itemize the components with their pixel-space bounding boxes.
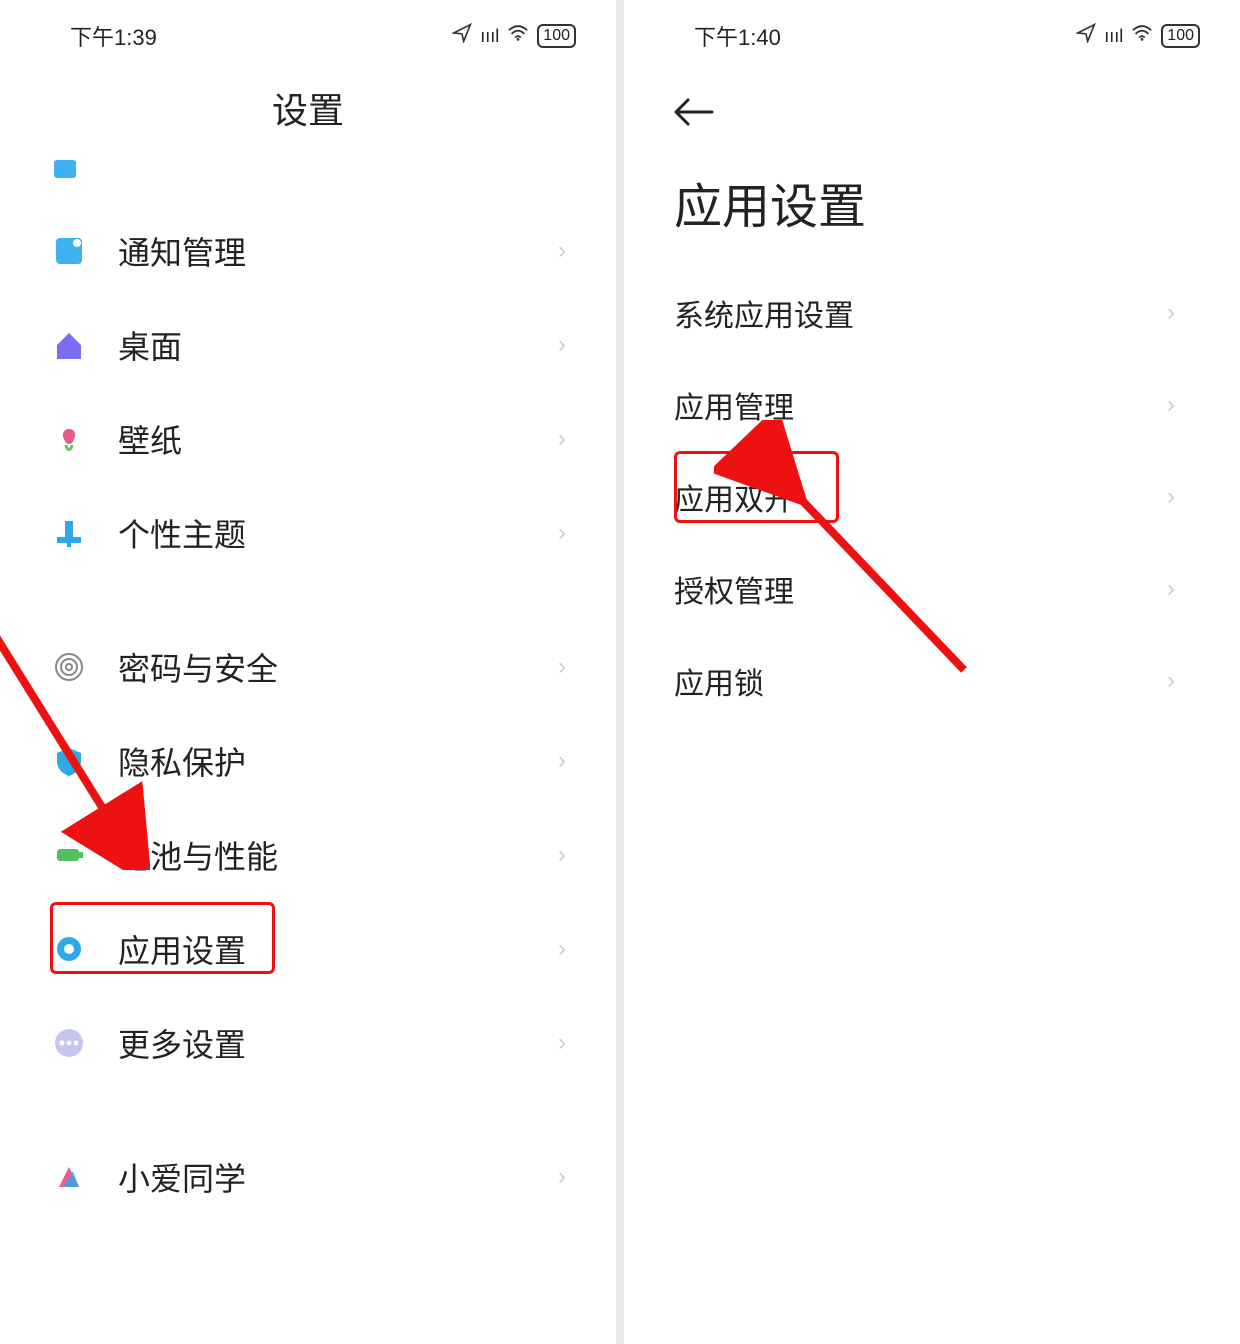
item-permmgr[interactable]: 授权管理 › bbox=[649, 543, 1215, 635]
item-label: 授权管理 bbox=[674, 567, 1167, 611]
page-title: 应用设置 bbox=[624, 147, 1240, 267]
more-icon bbox=[50, 1024, 88, 1062]
chevron-icon: › bbox=[558, 331, 566, 359]
chevron-icon: › bbox=[1167, 483, 1175, 511]
chevron-icon: › bbox=[558, 653, 566, 681]
notify-icon bbox=[50, 232, 88, 270]
item-xiaoai[interactable]: 小爱同学 › bbox=[25, 1130, 591, 1224]
peek-item[interactable] bbox=[0, 144, 616, 184]
item-label: 更多设置 bbox=[118, 1020, 558, 1066]
item-label: 应用设置 bbox=[118, 926, 558, 972]
item-appmgr[interactable]: 应用管理 › bbox=[649, 359, 1215, 451]
item-privacy[interactable]: 隐私保护 › bbox=[25, 714, 591, 808]
settings-screen: 下午1:39 ıııl 100 设置 通知管理 › bbox=[0, 0, 616, 1344]
fingerprint-icon bbox=[50, 648, 88, 686]
item-label: 壁纸 bbox=[118, 416, 558, 462]
chevron-icon: › bbox=[558, 935, 566, 963]
item-label: 电池与性能 bbox=[118, 832, 558, 878]
item-dualapps[interactable]: 应用双开 › bbox=[649, 451, 1215, 543]
chevron-icon: › bbox=[558, 747, 566, 775]
item-home[interactable]: 桌面 › bbox=[25, 298, 591, 392]
battery-icon bbox=[50, 836, 88, 874]
chevron-icon: › bbox=[558, 237, 566, 265]
statusbar-right: 下午1:40 ıııl 100 bbox=[624, 0, 1240, 62]
status-time: 下午1:40 bbox=[694, 20, 781, 52]
theme-icon bbox=[50, 514, 88, 552]
shield-icon bbox=[50, 742, 88, 780]
signal-icon: ıııl bbox=[480, 26, 499, 47]
settings-list: 通知管理 › 桌面 › 壁纸 › 个性主题 › bbox=[0, 204, 616, 1224]
section-gap bbox=[25, 1090, 591, 1130]
item-label: 隐私保护 bbox=[118, 738, 558, 784]
signal-icon: ıııl bbox=[1104, 26, 1123, 47]
item-label: 系统应用设置 bbox=[674, 291, 1167, 335]
app-settings-screen: 下午1:40 ıııl 100 应用设置 系统应用设置 › 应用管理 › 应用双… bbox=[624, 0, 1240, 1344]
xiaoai-icon bbox=[50, 1158, 88, 1196]
item-security[interactable]: 密码与安全 › bbox=[25, 620, 591, 714]
status-time: 下午1:39 bbox=[70, 20, 157, 52]
item-label: 密码与安全 bbox=[118, 644, 558, 690]
item-label: 应用锁 bbox=[674, 659, 1167, 703]
status-icons: ıııl 100 bbox=[452, 23, 576, 49]
item-label: 桌面 bbox=[118, 322, 558, 368]
chevron-icon: › bbox=[558, 425, 566, 453]
chevron-icon: › bbox=[558, 1163, 566, 1191]
item-notify[interactable]: 通知管理 › bbox=[25, 204, 591, 298]
chevron-icon: › bbox=[558, 841, 566, 869]
location-icon bbox=[452, 23, 472, 49]
battery-icon: 100 bbox=[1161, 24, 1200, 48]
item-sysapps[interactable]: 系统应用设置 › bbox=[649, 267, 1215, 359]
battery-icon: 100 bbox=[537, 24, 576, 48]
peek-icon bbox=[50, 150, 80, 184]
chevron-icon: › bbox=[558, 519, 566, 547]
item-label: 应用双开 bbox=[674, 475, 1167, 519]
chevron-icon: › bbox=[1167, 299, 1175, 327]
chevron-icon: › bbox=[1167, 667, 1175, 695]
chevron-icon: › bbox=[558, 1029, 566, 1057]
item-label: 个性主题 bbox=[118, 510, 558, 556]
wallpaper-icon bbox=[50, 420, 88, 458]
item-more[interactable]: 更多设置 › bbox=[25, 996, 591, 1090]
chevron-icon: › bbox=[1167, 575, 1175, 603]
status-icons: ıııl 100 bbox=[1076, 23, 1200, 49]
wifi-icon bbox=[507, 23, 529, 49]
item-applock[interactable]: 应用锁 › bbox=[649, 635, 1215, 727]
home-icon bbox=[50, 326, 88, 364]
statusbar-left: 下午1:39 ıııl 100 bbox=[0, 0, 616, 62]
chevron-icon: › bbox=[1167, 391, 1175, 419]
item-label: 小爱同学 bbox=[118, 1154, 558, 1200]
page-title: 设置 bbox=[0, 62, 616, 144]
section-gap bbox=[25, 580, 591, 620]
item-apps[interactable]: 应用设置 › bbox=[25, 902, 591, 996]
location-icon bbox=[1076, 23, 1096, 49]
item-battery[interactable]: 电池与性能 › bbox=[25, 808, 591, 902]
item-label: 通知管理 bbox=[118, 228, 558, 274]
item-theme[interactable]: 个性主题 › bbox=[25, 486, 591, 580]
item-label: 应用管理 bbox=[674, 383, 1167, 427]
wifi-icon bbox=[1131, 23, 1153, 49]
app-settings-list: 系统应用设置 › 应用管理 › 应用双开 › 授权管理 › 应用锁 › bbox=[624, 267, 1240, 727]
gear-icon bbox=[50, 930, 88, 968]
back-button[interactable] bbox=[624, 62, 1240, 147]
item-wallpaper[interactable]: 壁纸 › bbox=[25, 392, 591, 486]
